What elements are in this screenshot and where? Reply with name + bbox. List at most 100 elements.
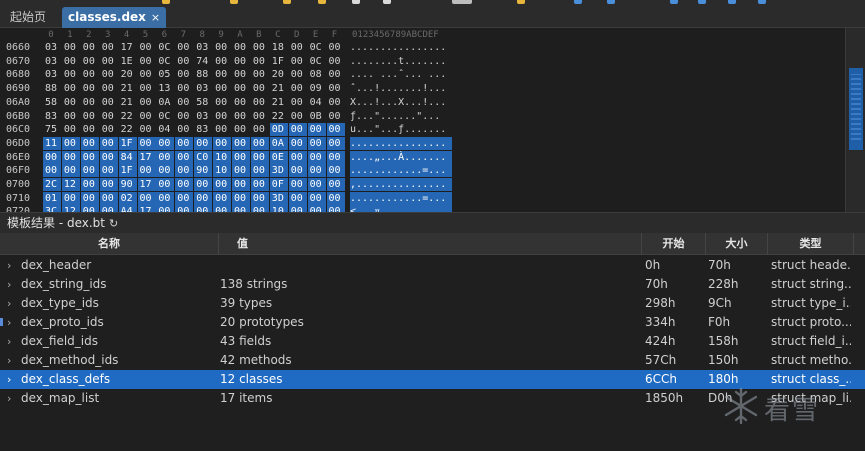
toolbar-icon-10[interactable] — [607, 0, 615, 4]
hex-byte[interactable]: 00 — [326, 178, 345, 191]
hex-byte[interactable]: 00 — [307, 191, 326, 205]
hex-byte[interactable]: 00 — [81, 82, 99, 95]
hex-byte[interactable]: 00 — [81, 110, 99, 123]
hex-byte[interactable]: 00 — [289, 96, 307, 109]
hex-byte[interactable]: 00 — [99, 205, 118, 212]
hex-byte[interactable]: 00 — [289, 68, 307, 81]
hex-byte[interactable]: 1E — [119, 55, 137, 68]
tab-start-page[interactable]: 起始页 — [4, 7, 52, 28]
hex-editor[interactable]: 0123456789ABCDEF 0123456789ABCDEF 0660 03… — [0, 28, 865, 212]
hex-byte[interactable]: 22 — [119, 110, 137, 123]
hex-ascii[interactable]: <...¤........... — [350, 205, 452, 212]
column-header-start[interactable]: 开始 — [642, 233, 706, 255]
hex-byte[interactable]: 03 — [43, 55, 61, 68]
hex-byte[interactable]: 00 — [62, 110, 80, 123]
hex-byte[interactable]: 00 — [43, 150, 61, 164]
hex-byte[interactable]: 00 — [251, 68, 269, 81]
hex-byte[interactable]: 17 — [137, 178, 156, 191]
hex-byte[interactable]: 00 — [81, 41, 99, 54]
toolbar-icon-6[interactable] — [383, 0, 391, 4]
table-row[interactable]: › dex_field_ids 43 fields 424h 158h struct fi… — [0, 332, 865, 351]
hex-byte[interactable]: 00 — [81, 68, 99, 81]
hex-byte[interactable]: 00 — [80, 150, 99, 164]
hex-byte[interactable]: 00 — [250, 150, 269, 164]
hex-byte[interactable]: 00 — [80, 178, 99, 191]
hex-byte[interactable]: 00 — [232, 123, 250, 136]
refresh-icon[interactable]: ↻ — [109, 217, 118, 230]
hex-byte[interactable]: 3D — [269, 164, 288, 178]
hex-byte[interactable]: 12 — [61, 205, 80, 212]
hex-byte[interactable]: 0C — [308, 55, 326, 68]
hex-byte[interactable]: 0F — [269, 178, 288, 191]
hex-byte[interactable]: 1F — [270, 55, 288, 68]
hex-byte[interactable]: 00 — [175, 205, 194, 212]
hex-byte[interactable]: 83 — [43, 110, 61, 123]
hex-byte[interactable]: 00 — [80, 191, 99, 205]
hex-row[interactable]: 06D0 11 00 00 00 1F 00 00 00 00 00 00 00 0A 00 00 00....… — [0, 136, 452, 150]
hex-byte[interactable]: 3C — [43, 205, 61, 212]
toolbar-icon-8[interactable] — [517, 0, 525, 4]
hex-byte[interactable]: 00 — [61, 164, 80, 178]
hex-byte[interactable]: 00 — [62, 55, 80, 68]
hex-byte[interactable]: 00 — [80, 164, 99, 178]
hex-ascii[interactable]: ................ — [350, 41, 452, 54]
hex-byte[interactable]: 08 — [308, 68, 326, 81]
hex-byte[interactable]: 00 — [213, 68, 231, 81]
toolbar-icon-12[interactable] — [698, 0, 706, 4]
hex-byte[interactable]: 88 — [43, 82, 61, 95]
hex-byte[interactable]: 00 — [175, 41, 193, 54]
hex-byte[interactable]: C0 — [194, 150, 213, 164]
hex-byte[interactable]: 00 — [43, 164, 61, 178]
hex-row[interactable]: 0680 03 00 00 00 20 00 05 00 88 00 00 00 20 00 08 00....… — [0, 68, 452, 81]
hex-ascii[interactable]: ....„...À....... — [350, 150, 452, 164]
hex-byte[interactable]: 00 — [327, 68, 345, 81]
hex-byte[interactable]: 00 — [289, 110, 307, 123]
hex-byte[interactable]: 00 — [175, 136, 194, 150]
hex-byte[interactable]: 00 — [251, 82, 269, 95]
hex-row[interactable]: 0700 2C 12 00 00 90 17 00 00 00 00 00 00 0F 00 00 00,...… — [0, 178, 452, 191]
hex-byte[interactable]: 00 — [232, 110, 250, 123]
hex-byte[interactable]: 00 — [250, 178, 269, 191]
hex-byte[interactable]: 00 — [213, 123, 231, 136]
toolbar-icon-14[interactable] — [758, 0, 766, 4]
hex-ascii[interactable]: ........t....... — [350, 55, 452, 68]
hex-byte[interactable]: 00 — [81, 55, 99, 68]
hex-byte[interactable]: 84 — [118, 150, 137, 164]
hex-byte[interactable]: 00 — [156, 164, 175, 178]
close-icon[interactable]: × — [151, 11, 160, 24]
hex-byte[interactable]: 00 — [100, 82, 118, 95]
hex-byte[interactable]: 83 — [194, 123, 212, 136]
hex-byte[interactable]: 00 — [327, 55, 345, 68]
hex-byte[interactable]: 90 — [118, 178, 137, 191]
hex-row[interactable]: 06E0 00 00 00 00 84 17 00 00 C0 10 00 00 0E 00 00 00....… — [0, 150, 452, 164]
hex-byte[interactable]: 0C — [308, 41, 326, 54]
hex-byte[interactable]: 05 — [156, 68, 174, 81]
table-row[interactable]: › dex_proto_ids 20 prototypes 334h F0h struct… — [0, 313, 865, 332]
hex-byte[interactable]: 58 — [43, 96, 61, 109]
hex-byte[interactable]: 00 — [194, 191, 213, 205]
expand-chevron-icon[interactable]: › — [7, 294, 11, 313]
hex-byte[interactable]: 10 — [213, 150, 232, 164]
hex-byte[interactable]: 00 — [213, 191, 232, 205]
expand-chevron-icon[interactable]: › — [7, 313, 11, 332]
hex-byte[interactable]: 00 — [250, 205, 269, 212]
expand-chevron-icon[interactable]: › — [7, 389, 11, 408]
hex-byte[interactable]: 00 — [62, 82, 80, 95]
toolbar-icon-4[interactable] — [318, 0, 326, 4]
hex-byte[interactable]: 75 — [43, 123, 61, 136]
table-row[interactable]: › dex_method_ids 42 methods 57Ch 150h struct … — [0, 351, 865, 370]
hex-ascii[interactable]: ............=... — [350, 164, 452, 178]
hex-byte[interactable]: 10 — [269, 205, 288, 212]
hex-byte[interactable]: 00 — [289, 55, 307, 68]
hex-byte[interactable]: 1F — [118, 164, 137, 178]
hex-byte[interactable]: 0D — [269, 123, 288, 137]
column-header-type[interactable]: 类型 — [768, 233, 854, 255]
hex-byte[interactable]: 00 — [100, 55, 118, 68]
hex-byte[interactable]: 3D — [269, 191, 288, 205]
hex-byte[interactable]: 00 — [61, 150, 80, 164]
hex-ascii[interactable]: ,............... — [350, 178, 452, 191]
hex-byte[interactable]: 00 — [175, 178, 194, 191]
hex-byte[interactable]: 00 — [250, 191, 269, 205]
hex-byte[interactable]: 00 — [288, 164, 307, 178]
hex-ascii[interactable]: .... ...ˆ... ... — [350, 68, 452, 81]
